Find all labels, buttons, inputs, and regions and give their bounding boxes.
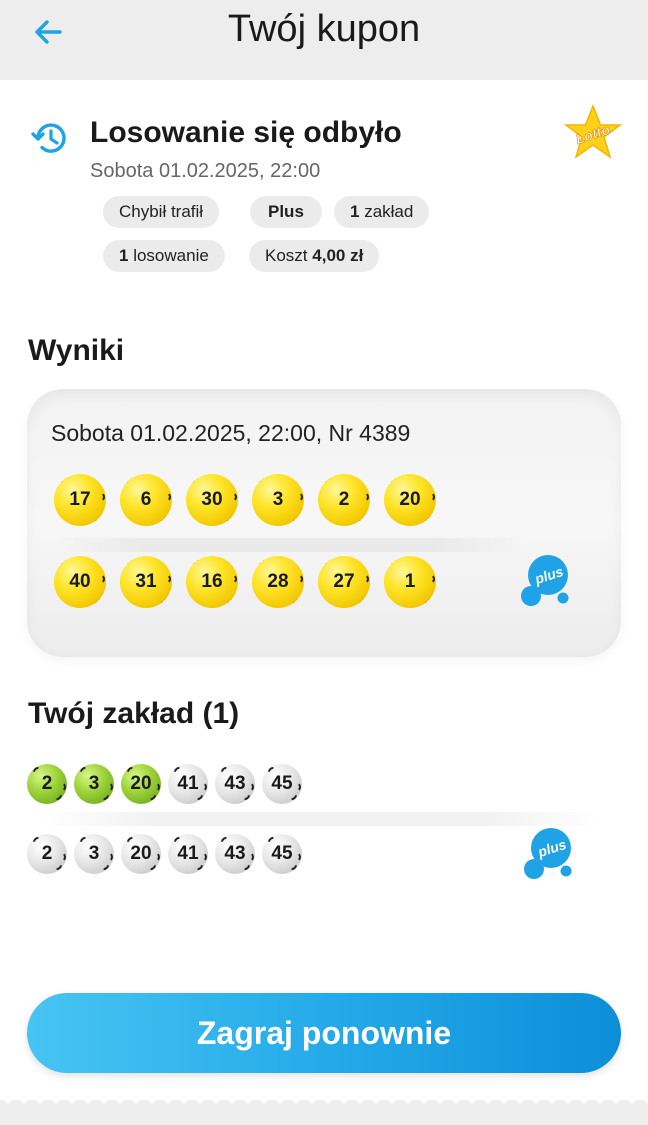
ball-number: 16 — [201, 571, 223, 592]
top-bar: Twój kupon — [0, 0, 648, 80]
ball-number: 41 — [177, 843, 199, 864]
bet-row-divider — [40, 812, 600, 826]
ball-number: 20 — [130, 843, 152, 864]
chip-bets-label: zakład — [364, 202, 414, 221]
ball-number: 28 — [267, 571, 289, 592]
ball-number: 27 — [333, 571, 355, 592]
ball-number: 3 — [88, 773, 100, 794]
chip-bets-count: 1 — [350, 202, 360, 221]
ball-number: 1 — [404, 571, 416, 592]
ticket-bottom-edge — [0, 1096, 648, 1112]
plus-logo: plus — [521, 555, 569, 606]
bet-lotto-ball: 41 — [168, 764, 208, 804]
chip-draws-label: losowanie — [133, 246, 209, 265]
page-title: Twój kupon — [227, 8, 421, 50]
history-icon — [31, 123, 66, 153]
result-lotto-ball: 20 — [384, 474, 436, 526]
ball-number: 41 — [177, 773, 199, 794]
play-again-button[interactable]: Zagraj ponownie — [27, 993, 621, 1073]
plus-logo: plus — [524, 828, 572, 879]
result-lotto-ball: 30 — [186, 474, 238, 526]
bet-lotto-ball: 20 — [121, 764, 161, 804]
bet-plus-ball: 41 — [168, 834, 208, 874]
chip-plus-label: Plus — [268, 202, 304, 221]
bet-lotto-ball: 43 — [215, 764, 255, 804]
bet-lotto-ball: 2 — [27, 764, 67, 804]
ball-number: 40 — [69, 571, 91, 592]
ball-number: 45 — [271, 773, 293, 794]
ball-number: 43 — [224, 843, 246, 864]
result-plus-ball: 27 — [318, 556, 370, 608]
lotto-logo: Lotto — [563, 104, 623, 159]
result-plus-ball: 28 — [252, 556, 304, 608]
ball-number: 20 — [399, 489, 421, 510]
draw-status: Losowanie się odbyło — [90, 116, 402, 149]
result-plus-ball: 40 — [54, 556, 106, 608]
ball-number: 17 — [69, 489, 91, 510]
ball-number: 30 — [201, 489, 223, 510]
chip-cost: Koszt 4,00 zł — [249, 240, 380, 272]
ball-number: 2 — [41, 773, 53, 794]
ball-number: 2 — [41, 843, 53, 864]
result-plus-ball: 1 — [384, 556, 436, 608]
chip-draws-count: 1 — [119, 246, 129, 265]
ticket-top-edge — [0, 72, 648, 88]
ball-number: 3 — [272, 489, 284, 510]
ball-number: 43 — [224, 773, 246, 794]
ball-number: 6 — [140, 489, 152, 510]
results-draw-line: Sobota 01.02.2025, 22:00, Nr 4389 — [51, 420, 411, 446]
result-lotto-ball: 6 — [120, 474, 172, 526]
bet-plus-ball: 20 — [121, 834, 161, 874]
chip-plus: Plus — [250, 196, 322, 228]
result-plus-ball: 16 — [186, 556, 238, 608]
bet-plus-ball: 2 — [27, 834, 67, 874]
chip-bets: 1 zakład — [334, 196, 430, 228]
result-plus-ball: 31 — [120, 556, 172, 608]
bet-plus-ball: 3 — [74, 834, 114, 874]
chip-draws: 1 losowanie — [103, 240, 225, 272]
ball-number: 31 — [135, 571, 157, 592]
ball-number: 3 — [88, 843, 100, 864]
bet-lotto-ball: 3 — [74, 764, 114, 804]
chip-cost-value: 4,00 zł — [312, 246, 364, 265]
bet-plus-ball: 43 — [215, 834, 255, 874]
result-lotto-ball: 2 — [318, 474, 370, 526]
bet-heading: Twój zakład (1) — [28, 697, 240, 730]
draw-date: Sobota 01.02.2025, 22:00 — [90, 160, 321, 182]
results-heading: Wyniki — [28, 334, 125, 367]
ball-number: 45 — [271, 843, 293, 864]
result-lotto-ball: 17 — [54, 474, 106, 526]
ball-number: 20 — [130, 773, 152, 794]
chip-mode-label: Chybił trafił — [119, 202, 204, 221]
ball-number: 2 — [338, 489, 350, 510]
chip-mode: Chybił trafił — [103, 196, 220, 228]
chip-cost-label: Koszt — [265, 246, 308, 265]
results-row-divider — [55, 538, 525, 552]
bet-lotto-ball: 45 — [262, 764, 302, 804]
result-lotto-ball: 3 — [252, 474, 304, 526]
bet-plus-ball: 45 — [262, 834, 302, 874]
